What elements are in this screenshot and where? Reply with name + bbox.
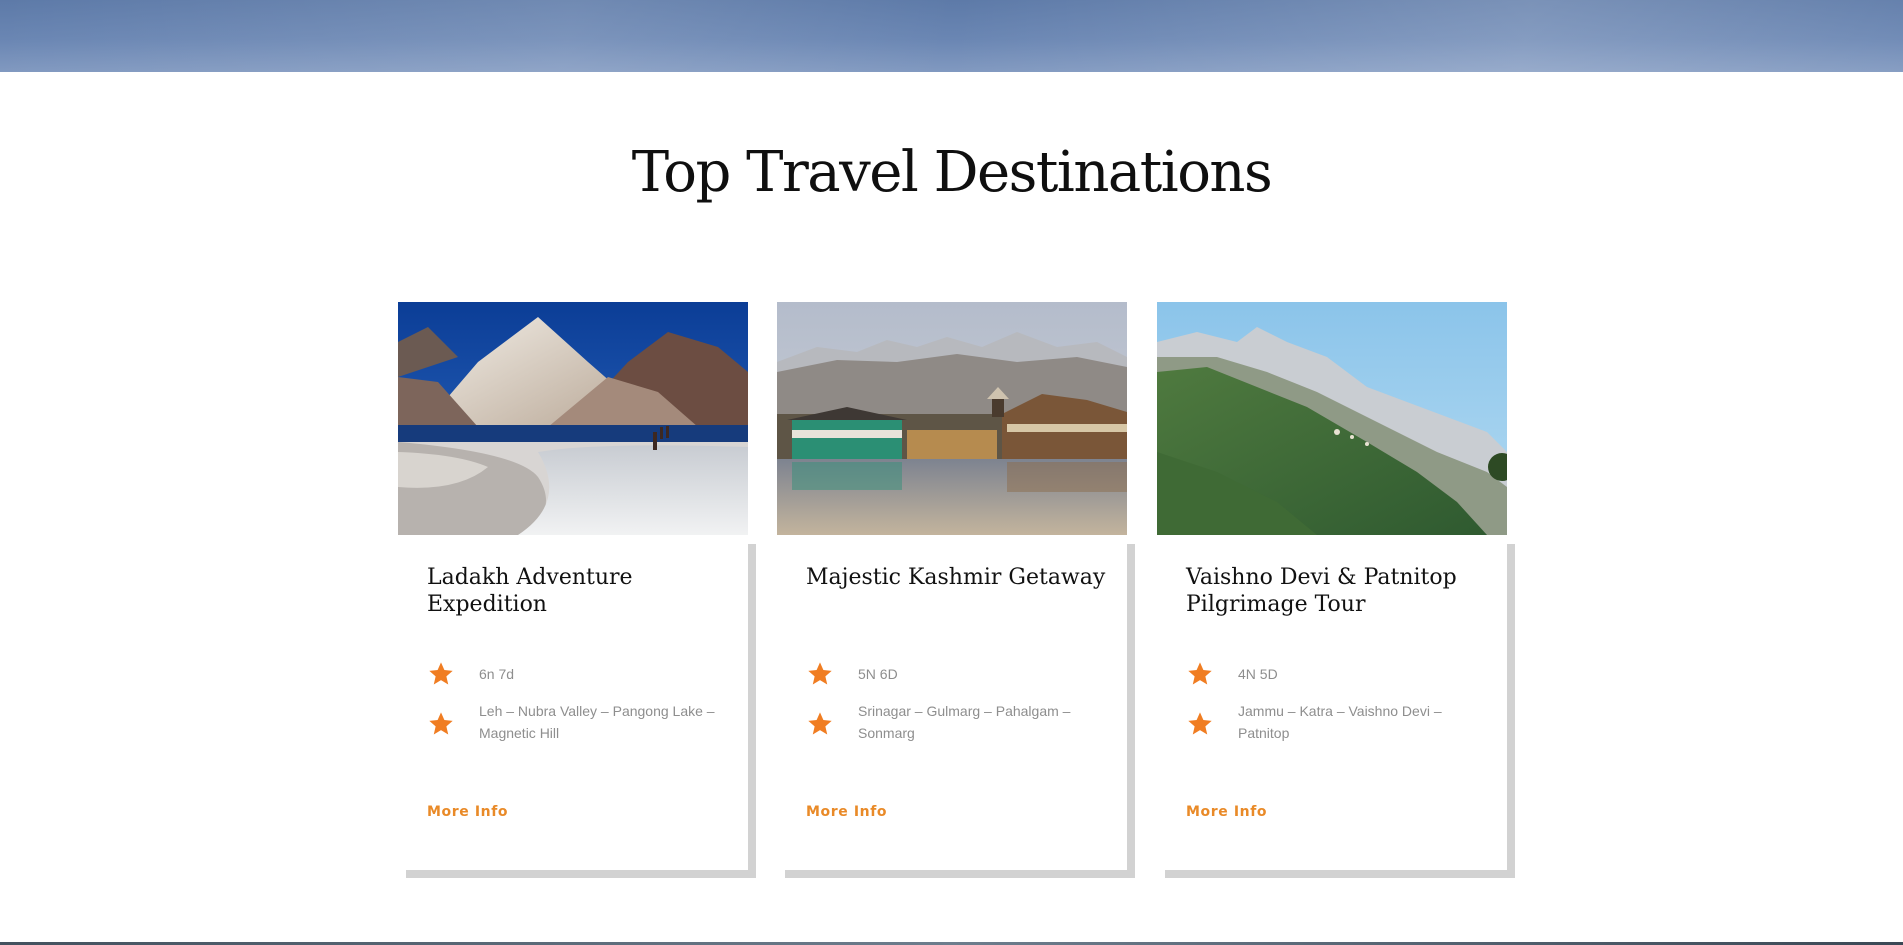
lake-mountain-photo [398,302,748,535]
section-title: Top Travel Destinations [631,140,1273,205]
green-mountain-photo [1157,302,1507,535]
duration-text: 6n 7d [479,666,515,682]
card-title: Majestic Kashmir Getaway [806,565,1106,590]
route-text: Jammu – Katra – Vaishno Devi – Patnitop [1238,703,1442,741]
hero-banner [0,0,1903,72]
star-icon [808,712,832,735]
more-info-link[interactable]: More Info [806,804,887,820]
route-text: Srinagar – Gulmarg – Pahalgam – Sonmarg [858,703,1071,741]
card-title: Ladakh Adventure Expedition [427,565,633,617]
route-text: Leh – Nubra Valley – Pangong Lake – Magn… [479,703,715,741]
destination-card-kashmir: Majestic Kashmir Getaway 5N 6D Srinagar … [777,302,1135,878]
duration-text: 5N 6D [858,666,898,682]
destination-card-vaishno-devi: Vaishno Devi & Patnitop Pilgrimage Tour … [1157,302,1515,878]
star-icon [429,712,453,735]
duration-text: 4N 5D [1238,666,1278,682]
destination-card-ladakh: Ladakh Adventure Expedition 6n 7d Leh – … [398,302,756,878]
star-icon [808,662,832,685]
card-title: Vaishno Devi & Patnitop Pilgrimage Tour [1186,565,1457,617]
star-icon [429,662,453,685]
star-icon [1188,712,1212,735]
more-info-link[interactable]: More Info [1186,804,1267,820]
star-icon [1188,662,1212,685]
more-info-link[interactable]: More Info [427,804,508,820]
houseboat-lake-photo [777,302,1127,535]
